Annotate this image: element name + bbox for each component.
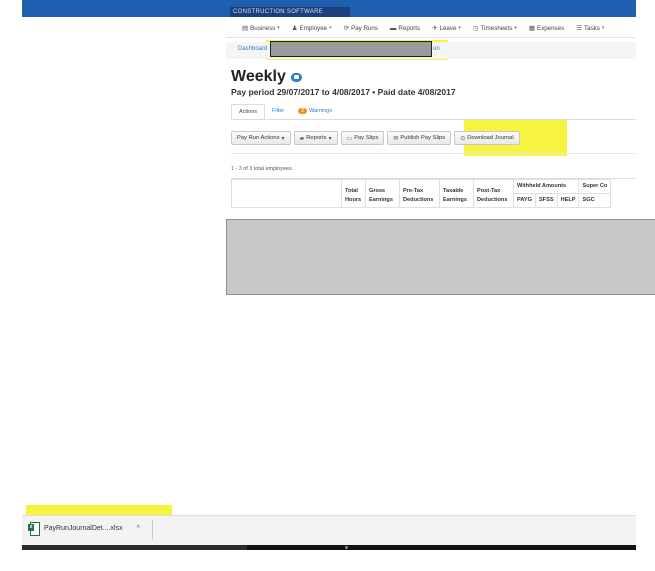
nav-reports[interactable]: ▬ Reports bbox=[384, 21, 426, 35]
nav-tasks[interactable]: ☰ Tasks ▾ bbox=[570, 21, 610, 35]
chevron-up-icon[interactable]: ^ bbox=[137, 525, 140, 532]
button-label: Pay Run Actions bbox=[237, 135, 280, 141]
envelope-icon: ✉ bbox=[393, 135, 399, 142]
main-nav: ▤ Business ▾ ♟ Employee ▾ ⟳ Pay Runs ▬ R… bbox=[236, 21, 610, 35]
header-bar: CONSTRUCTION SOFTWARE bbox=[22, 0, 636, 17]
plane-icon: ✈ bbox=[432, 25, 438, 32]
nav-pay-runs[interactable]: ⟳ Pay Runs bbox=[338, 21, 384, 35]
header-total-hours[interactable]: Total Hours bbox=[341, 179, 366, 208]
button-label: Download Journal bbox=[467, 135, 514, 141]
caret-down-icon: ▾ bbox=[281, 135, 285, 142]
taskbar-indicator bbox=[345, 546, 348, 549]
lock-icon bbox=[290, 72, 302, 82]
folder-icon: ▰ bbox=[299, 135, 305, 142]
publish-pay-slips-button[interactable]: ✉ Publish Pay Slips bbox=[387, 131, 452, 145]
app-brand: CONSTRUCTION SOFTWARE bbox=[230, 7, 350, 17]
taskbar-segment bbox=[22, 545, 247, 550]
caret-down-icon: ▾ bbox=[328, 135, 332, 142]
nav-label: Reports bbox=[398, 24, 421, 32]
nav-label: Employee bbox=[299, 24, 328, 32]
redacted-rows-overlay bbox=[226, 219, 655, 295]
caret-down-icon: ▾ bbox=[329, 25, 332, 31]
button-label: Publish Pay Slips bbox=[400, 135, 446, 141]
pay-period: Pay period 29/07/2017 to 4/08/2017 • Pai… bbox=[231, 87, 456, 97]
nav-label: Leave bbox=[439, 24, 457, 32]
header-name bbox=[231, 179, 342, 208]
download-filename: PayRunJournalDet....xlsx bbox=[44, 524, 123, 532]
breadcrumb-current[interactable]: un bbox=[433, 46, 440, 52]
employee-count: 1 - 3 of 3 total employees. bbox=[231, 166, 293, 172]
nav-label: Pay Runs bbox=[351, 24, 378, 32]
nav-label: Timesheets bbox=[480, 24, 513, 32]
header-withheld-amounts: Withheld Amounts bbox=[512, 179, 580, 194]
count-text: of 3 total employees. bbox=[241, 166, 294, 172]
nav-label: Tasks bbox=[584, 24, 600, 32]
clock-icon: ◷ bbox=[472, 25, 479, 32]
header-post-tax-deductions[interactable]: Post-Tax Deductions bbox=[473, 179, 514, 208]
nav-expenses[interactable]: ▦ Expenses bbox=[523, 21, 570, 35]
list-icon: ☰ bbox=[576, 25, 583, 32]
excel-file-icon bbox=[28, 522, 40, 536]
header-gross-earnings[interactable]: Gross Earnings bbox=[365, 179, 400, 208]
caret-down-icon: ▾ bbox=[277, 25, 280, 31]
tab-label: Actions bbox=[239, 109, 258, 115]
folder-icon: ▬ bbox=[389, 24, 397, 32]
receipt-icon: ▦ bbox=[528, 25, 536, 32]
table-header-row: Total Hours Gross Earnings Pre-Tax Deduc… bbox=[231, 179, 612, 208]
refresh-icon: ⟳ bbox=[343, 25, 350, 32]
header-pre-tax-deductions[interactable]: Pre-Tax Deductions bbox=[399, 179, 440, 208]
button-label: Reports bbox=[306, 135, 327, 141]
nav-label: Expenses bbox=[537, 24, 565, 32]
action-toolbar: Pay Run Actions ▾ ▰ Reports ▾ ▭ Pay Slip… bbox=[231, 131, 520, 145]
taskbar bbox=[22, 545, 636, 550]
tab-warnings[interactable]: 2 Warnings bbox=[291, 104, 339, 120]
header-super: Super Co bbox=[578, 179, 612, 194]
nav-label: Business bbox=[250, 24, 276, 32]
redacted-breadcrumb bbox=[270, 41, 432, 57]
nav-timesheets[interactable]: ◷ Timesheets ▾ bbox=[467, 21, 523, 35]
divider bbox=[231, 153, 636, 154]
nav-employee[interactable]: ♟ Employee ▾ bbox=[286, 21, 338, 35]
nav-leave[interactable]: ✈ Leave ▾ bbox=[426, 21, 467, 35]
nav-business[interactable]: ▤ Business ▾ bbox=[236, 21, 286, 35]
button-label: Pay Slips bbox=[354, 135, 379, 141]
building-icon: ▤ bbox=[242, 25, 249, 32]
user-icon: ♟ bbox=[291, 25, 298, 32]
tab-bar: Actions Filter 2 Warnings bbox=[231, 104, 339, 120]
header-taxable-earnings[interactable]: Taxable Earnings bbox=[439, 179, 474, 208]
divider bbox=[152, 520, 153, 540]
header-help[interactable]: HELP bbox=[556, 193, 580, 208]
download-icon: ⊙ bbox=[460, 135, 466, 142]
download-journal-button[interactable]: ⊙ Download Journal bbox=[454, 131, 520, 145]
count-range: 1 - 3 bbox=[231, 166, 242, 172]
employees-table: Total Hours Gross Earnings Pre-Tax Deduc… bbox=[231, 178, 636, 220]
divider bbox=[226, 37, 636, 38]
pay-run-actions-button[interactable]: Pay Run Actions ▾ bbox=[231, 131, 291, 145]
header-payg[interactable]: PAYG bbox=[513, 193, 536, 208]
tab-filter[interactable]: Filter bbox=[265, 104, 291, 120]
tab-actions[interactable]: Actions bbox=[231, 104, 266, 120]
page-title-text: Weekly bbox=[231, 68, 286, 85]
caret-down-icon: ▾ bbox=[601, 25, 605, 31]
header-sgc[interactable]: SGC bbox=[578, 193, 612, 208]
caret-down-icon: ▾ bbox=[514, 25, 517, 31]
reports-button[interactable]: ▰ Reports ▾ bbox=[293, 131, 338, 145]
pay-slips-button[interactable]: ▭ Pay Slips bbox=[340, 131, 385, 145]
card-icon: ▭ bbox=[346, 135, 353, 142]
page-title: Weekly bbox=[231, 68, 302, 86]
warnings-count-badge: 2 bbox=[298, 108, 308, 114]
download-item[interactable]: PayRunJournalDet....xlsx ^ bbox=[28, 522, 140, 536]
tab-label: Filter bbox=[272, 108, 285, 114]
caret-down-icon: ▾ bbox=[458, 25, 461, 31]
tab-label: Warnings bbox=[309, 108, 333, 114]
header-sfss[interactable]: SFSS bbox=[534, 193, 558, 208]
breadcrumb-dashboard-link[interactable]: Dashboard bbox=[238, 46, 267, 52]
divider bbox=[231, 119, 636, 120]
